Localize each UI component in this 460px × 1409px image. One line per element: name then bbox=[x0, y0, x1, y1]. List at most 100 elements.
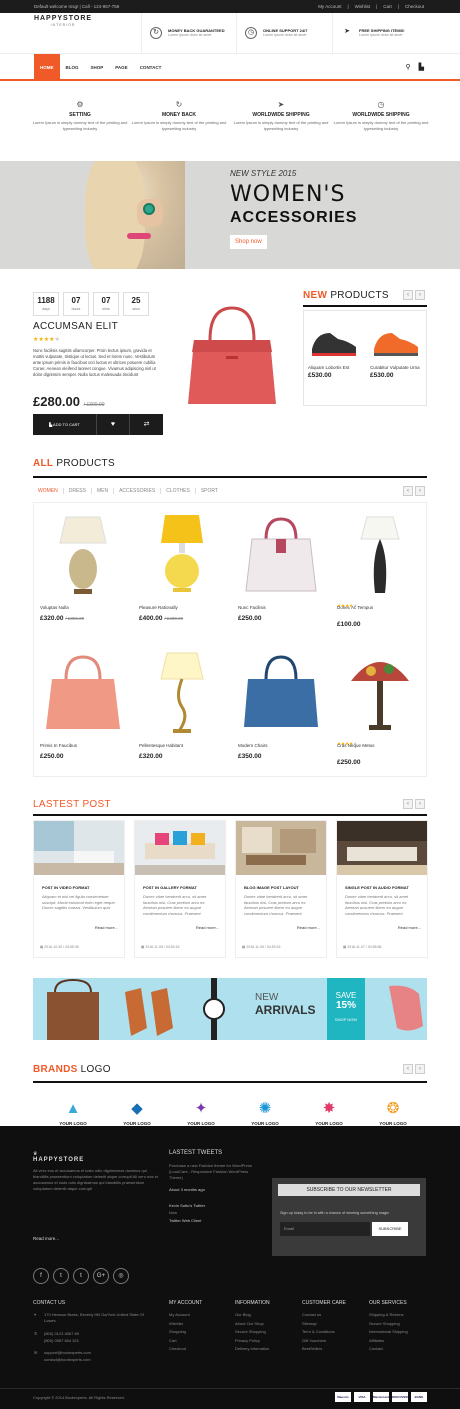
banner-subtitle: ACCESSORIES bbox=[230, 209, 358, 226]
my-account-link[interactable]: My Account bbox=[318, 0, 341, 13]
banner-title: WOMEN'S bbox=[230, 182, 346, 207]
tab-clothes[interactable]: CLOTHES bbox=[161, 488, 196, 494]
facebook-icon[interactable]: f bbox=[33, 1268, 49, 1284]
product-card[interactable]: Nunc Facilisis £250.00 bbox=[232, 503, 330, 639]
hero-banner: NEW STYLE 2015 WOMEN'S ACCESSORIES Shop … bbox=[0, 161, 460, 269]
new-arrivals-banner[interactable]: NEW ARRIVALS SAVE 15% SHOP NOW bbox=[33, 978, 427, 1040]
product-card[interactable]: Modern Chairs £350.00 bbox=[232, 641, 330, 777]
prev-arrow-icon[interactable]: ‹ bbox=[403, 486, 413, 496]
deal-bag-image[interactable] bbox=[180, 300, 285, 410]
tab-accessories[interactable]: ACCESSORIES bbox=[114, 488, 162, 494]
brand-logo[interactable]: ❂ YOUR LOGO bbox=[372, 1100, 414, 1126]
prev-arrow-icon[interactable]: ‹ bbox=[403, 290, 413, 300]
tweets-title: LASTEST TWEETS bbox=[169, 1150, 223, 1156]
information-col-title: INFORMATION bbox=[235, 1300, 270, 1306]
tab-dress[interactable]: DRESS bbox=[64, 488, 92, 494]
new-product-card[interactable]: Curabitur Vulputate Urna £530.00 bbox=[370, 319, 422, 379]
footer-logo[interactable]: ♛ HAPPYSTORE bbox=[33, 1151, 84, 1163]
shoe-image bbox=[312, 333, 356, 356]
new-product-card[interactable]: Aliquam Lobortis Est £530.00 bbox=[308, 319, 360, 379]
my-account-col-title: MY ACCOUNT bbox=[169, 1300, 203, 1306]
bedroom-image bbox=[34, 821, 124, 875]
newsletter-email-input[interactable]: Email bbox=[280, 1222, 370, 1236]
twitter-icon[interactable]: t bbox=[53, 1268, 69, 1284]
shop-now-button[interactable]: Shop now bbox=[230, 235, 267, 249]
refresh-icon: ↻ bbox=[150, 27, 162, 39]
read-more-link[interactable]: Read more... bbox=[95, 925, 118, 930]
brand-logos: ▲ YOUR LOGO ◆ YOUR LOGO ✦ YOUR LOGO ✺ YOUR L… bbox=[52, 1100, 414, 1126]
sofa-image bbox=[135, 821, 225, 875]
post-card[interactable]: POST IN VIDEO FORMAT Aliquam et nisl vel… bbox=[33, 820, 125, 958]
next-arrow-icon[interactable]: › bbox=[415, 290, 425, 300]
brand-logo[interactable]: ✺ YOUR LOGO bbox=[244, 1100, 286, 1126]
tweet-text: Purchase a new Fashion theme for WordPre… bbox=[169, 1163, 252, 1180]
cart-link[interactable]: Cart bbox=[383, 0, 392, 13]
brand-logo[interactable]: ✸ YOUR LOGO bbox=[308, 1100, 350, 1126]
deal-rating: ★★★★★ bbox=[33, 337, 60, 343]
post-card[interactable]: BLOG IMAGE POST LAYOUT Donec vitae hendr… bbox=[235, 820, 327, 958]
deal-price: £280.00 / £300.00 bbox=[33, 394, 105, 409]
post-card[interactable]: POST IN GALLERY FORMAT Donec vitae hendr… bbox=[134, 820, 226, 958]
product-card[interactable]: Primis In Faucibus £250.00 bbox=[34, 641, 132, 777]
contact-title: CONTACT US bbox=[33, 1300, 66, 1306]
newsletter-box: SUBSCRIBE TO OUR NEWSLETTER Sign up toda… bbox=[272, 1178, 426, 1256]
footer-about: Ali vero eos et accusamus et iusto odio … bbox=[33, 1168, 158, 1191]
crown-icon: ♛ bbox=[59, 8, 67, 15]
latest-post-title: LASTEST POST bbox=[33, 799, 111, 810]
next-arrow-icon[interactable]: › bbox=[415, 1064, 425, 1074]
post-card[interactable]: SINGLE POST IN AUDIO FORMAT Donec vitae … bbox=[336, 820, 428, 958]
service-worldwide-shipping: ➤ WORLDWIDE SHIPPING Lorem Ipsum is simp… bbox=[231, 100, 331, 131]
calendar-icon: ▦ bbox=[40, 945, 44, 949]
copyright: Copyright © 2014 Bootexperts. All Rights… bbox=[33, 1395, 125, 1400]
product-card[interactable]: ★★★★★ Donec Ac Tempus £100.00 bbox=[331, 503, 429, 639]
nav-page[interactable]: PAGE bbox=[109, 54, 133, 81]
read-more-link[interactable]: Read more... bbox=[196, 925, 219, 930]
brand-logo[interactable]: ▲ YOUR LOGO bbox=[52, 1100, 94, 1126]
deal-description: Nunc facilisis sagittis ullamcorper. Pro… bbox=[33, 348, 156, 377]
bag-image bbox=[46, 655, 120, 729]
nav-blog[interactable]: BLOG bbox=[60, 54, 85, 81]
next-arrow-icon[interactable]: › bbox=[415, 799, 425, 809]
tab-women[interactable]: WOMEN bbox=[33, 488, 64, 494]
all-products-title: ALL PRODUCTS bbox=[33, 458, 115, 469]
checkout-link[interactable]: Checkout bbox=[405, 0, 424, 13]
add-to-cart-button[interactable]: ▙ ADD TO CART bbox=[33, 414, 97, 435]
site-logo[interactable]: ♛ HAPPYSTORE INTERIOR bbox=[33, 8, 93, 34]
footer-read-more[interactable]: Read more... bbox=[33, 1236, 59, 1241]
bag-image bbox=[245, 517, 317, 592]
product-card[interactable]: Pellentesque Habitant £320.00 bbox=[133, 641, 231, 777]
cart-icon[interactable]: ▙ bbox=[419, 63, 424, 71]
tab-sport[interactable]: SPORT bbox=[196, 488, 223, 494]
wishlist-heart-icon[interactable]: ♥ bbox=[97, 414, 130, 435]
brand-logo[interactable]: ◆ YOUR LOGO bbox=[116, 1100, 158, 1126]
search-icon[interactable]: ⚲ bbox=[405, 63, 410, 71]
social-links: f t t G+ ◎ bbox=[33, 1268, 129, 1284]
shop-now-link[interactable]: SHOP NOW bbox=[327, 1017, 365, 1022]
prev-arrow-icon[interactable]: ‹ bbox=[403, 799, 413, 809]
dribbble-icon[interactable]: ◎ bbox=[113, 1268, 129, 1284]
tab-men[interactable]: MEN bbox=[92, 488, 115, 494]
subscribe-button[interactable]: SUBSCRIBE bbox=[372, 1222, 408, 1236]
google-plus-icon[interactable]: G+ bbox=[93, 1268, 109, 1284]
compare-icon[interactable]: ⇄ bbox=[130, 414, 163, 435]
tumblr-icon[interactable]: t bbox=[73, 1268, 89, 1284]
brands-logo-title: BRANDS LOGO bbox=[33, 1064, 111, 1075]
nav-home[interactable]: HOME bbox=[34, 54, 60, 81]
lamp-image bbox=[360, 516, 400, 593]
nav-shop[interactable]: SHOP bbox=[85, 54, 110, 81]
deal-actions: ▙ ADD TO CART ♥ ⇄ bbox=[33, 414, 163, 435]
deal-title[interactable]: ACCUMSAN ELIT bbox=[33, 321, 118, 332]
brand-logo[interactable]: ✦ YOUR LOGO bbox=[180, 1100, 222, 1126]
product-card[interactable]: Voluptas Nulla £320.00 / £355.00 bbox=[34, 503, 132, 639]
model-photo bbox=[85, 161, 185, 269]
wishlist-link[interactable]: Wishlist bbox=[355, 0, 371, 13]
next-arrow-icon[interactable]: › bbox=[415, 486, 425, 496]
nav-contact[interactable]: CONTACT bbox=[134, 54, 168, 81]
product-card[interactable]: Pleasure Rationally £400.00 / £480.00 bbox=[133, 503, 231, 639]
product-card[interactable]: ★★★★★ Cras Neque Metus £250.00 bbox=[331, 641, 429, 777]
prev-arrow-icon[interactable]: ‹ bbox=[403, 1064, 413, 1074]
arrivals-products-image bbox=[47, 978, 225, 1040]
new-products-title: NEW PRODUCTS bbox=[303, 290, 389, 301]
read-more-link[interactable]: Read more... bbox=[398, 925, 421, 930]
read-more-link[interactable]: Read more... bbox=[297, 925, 320, 930]
